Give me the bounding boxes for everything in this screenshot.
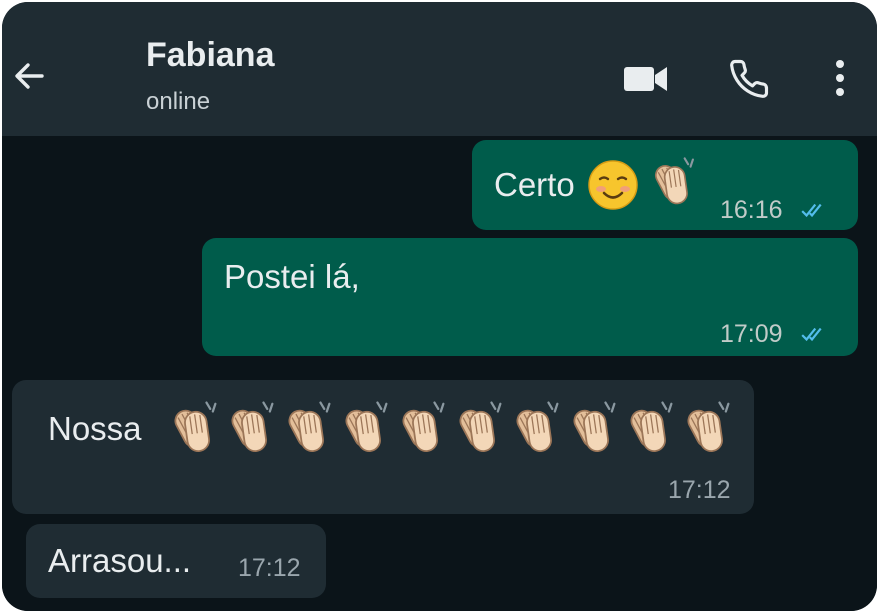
message-text: Certo <box>494 166 575 203</box>
clapping-hands-emoji-icon <box>569 401 616 454</box>
incoming-message[interactable]: Nossa 17:12 <box>12 380 754 514</box>
video-camera-icon[interactable] <box>622 62 670 96</box>
message-text: Nossa <box>48 410 142 447</box>
outgoing-message[interactable]: Postei lá, 17:09 <box>202 238 858 356</box>
clapping-hands-emoji-icon <box>227 401 274 454</box>
message-text: Postei lá, <box>224 258 360 295</box>
phone-icon[interactable] <box>728 58 770 100</box>
clapping-hands-emoji-icon <box>398 401 445 454</box>
contact-status: online <box>146 88 211 115</box>
chat-window: Fabiana online Certo 16:16 Postei lá, 17… <box>2 2 877 611</box>
clapping-hands-emoji-icon <box>284 401 331 454</box>
clapping-hands-emoji-icon <box>683 401 730 454</box>
message-text: Arrasou... <box>48 542 192 579</box>
clapping-hands-emoji-icon <box>512 401 559 454</box>
contact-name[interactable]: Fabiana <box>146 36 274 75</box>
clapping-hands-emoji-icon <box>341 401 388 454</box>
incoming-message[interactable]: Arrasou... 17:12 <box>26 524 326 598</box>
chat-header: Fabiana online <box>2 2 877 136</box>
clapping-hands-emoji-icon <box>626 401 673 454</box>
message-time: 17:12 <box>668 476 731 504</box>
arrow-left-icon[interactable] <box>8 54 52 98</box>
double-check-icon <box>801 203 822 217</box>
outgoing-message[interactable]: Certo 16:16 <box>472 140 858 230</box>
message-time: 17:09 <box>720 320 783 348</box>
message-time: 16:16 <box>720 196 783 224</box>
smiling-face-emoji-icon <box>588 160 638 210</box>
message-time: 17:12 <box>238 554 301 582</box>
clapping-hands-emoji-icon <box>455 401 502 454</box>
clapping-hands-emoji-icon <box>170 401 217 454</box>
message-list[interactable]: Certo 16:16 Postei lá, 17:09 Nossa 17:12… <box>2 136 877 611</box>
clapping-hands-emoji-icon <box>651 157 694 206</box>
double-check-icon <box>801 327 822 341</box>
more-vertical-icon[interactable] <box>832 58 848 100</box>
